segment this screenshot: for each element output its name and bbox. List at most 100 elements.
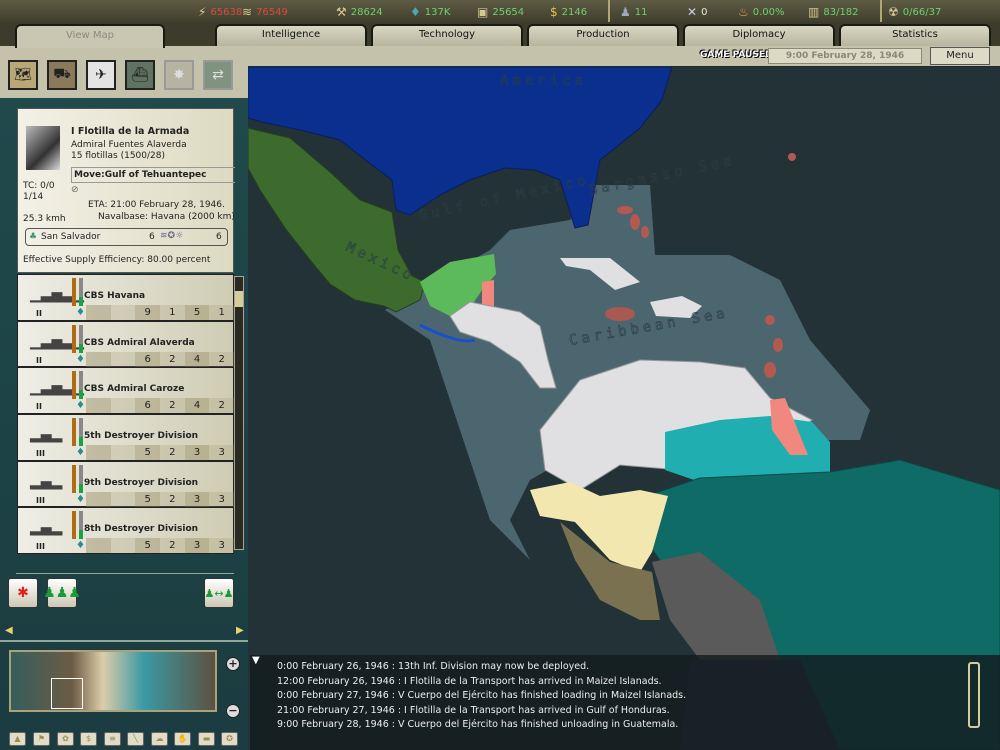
divider — [880, 0, 882, 24]
ship-stats: 6242 — [86, 351, 235, 367]
supply-filter-icon[interactable]: ▬ — [198, 732, 215, 746]
money-filter-icon[interactable]: $ — [80, 732, 97, 746]
weather-filter-icon[interactable]: ☁ — [151, 732, 168, 746]
log-scrollbar[interactable] — [968, 662, 980, 728]
divider — [16, 573, 234, 574]
rare-materials-resource: ⚒ 28624 — [336, 5, 383, 19]
units-icon: ⇄ — [212, 67, 224, 83]
unit-speed: 25.3 kmh — [23, 214, 66, 224]
manpower-resource: ♟ 11 — [620, 5, 648, 19]
rare-materials-icon: ⚒ — [336, 5, 347, 19]
land-units-mode-button[interactable]: ⛟ — [47, 60, 77, 90]
unit-order: Move:Gulf of Tehuantepec — [74, 170, 207, 180]
strength-bar — [79, 418, 83, 447]
ship-list-scrollbar[interactable] — [234, 276, 244, 550]
scrollbar-thumb[interactable] — [235, 291, 243, 307]
terrain-map-mode-button[interactable]: 🗺 — [8, 60, 38, 90]
commander-name[interactable]: Admiral Fuentes Alaverda — [71, 140, 187, 150]
ship-row[interactable]: ▂▄▂ III 9th Destroyer Division ♦ 5 2 3 3 — [17, 460, 235, 508]
organisation-bar — [72, 418, 76, 447]
nuclear-resource: ☢ 0/66/37 — [888, 5, 942, 19]
supplies-icon: ▣ — [477, 5, 489, 19]
agriculture-filter-icon[interactable]: ✿ — [57, 732, 74, 746]
zoom-in-button[interactable]: + — [226, 657, 240, 671]
location-name: San Salvador — [41, 232, 101, 242]
tab-view-map[interactable]: View Map — [15, 24, 165, 48]
jamaica[interactable] — [605, 307, 635, 321]
organisation-bar — [72, 511, 76, 540]
tab-technology[interactable]: Technology — [371, 24, 523, 46]
no-entry-icon: ⊘ — [71, 185, 79, 195]
money-resource: $2146 — [550, 5, 588, 19]
menu-button[interactable]: Menu — [930, 47, 990, 65]
energy-icon: ⚡ — [198, 5, 207, 19]
fuel-icon: ♦ — [76, 307, 85, 318]
resources-filter-icon[interactable]: ≡ — [104, 732, 121, 746]
tab-statistics[interactable]: Statistics — [839, 24, 991, 46]
ship-row[interactable]: ▁▃▅▃▁ II CBS Admiral Alaverda ♦ 6 2 4 2 — [17, 320, 235, 368]
log-entry: 0:00 February 26, 1946 : 13th Inf. Divis… — [277, 661, 590, 672]
oil-resource: ♦ 137K — [410, 5, 451, 19]
oil-icon: ♦ — [410, 5, 421, 19]
soldiers-icon: ♟♟♟ — [43, 585, 81, 601]
zoom-out-button[interactable]: − — [226, 704, 240, 718]
tab-diplomacy[interactable]: Diplomacy — [683, 24, 835, 46]
log-entry: 0:00 February 27, 1946 : V Cuerpo del Ej… — [277, 690, 687, 701]
terrain-filter-icon[interactable]: ▲ — [9, 732, 26, 746]
diplomacy-filter-icon[interactable]: ✋ — [174, 732, 191, 746]
air-units-mode-button[interactable]: ✈ — [86, 60, 116, 90]
unit-strength: 15 flotillas (1500/28) — [71, 151, 165, 161]
province-icon: ♣ — [29, 232, 38, 242]
unit-interface-button[interactable]: ⇄ — [203, 60, 233, 90]
unit-ratio: 1/14 — [23, 192, 44, 202]
unit-info-card: I Flotilla de la Armada Admiral Fuentes … — [17, 108, 235, 273]
tab-production[interactable]: Production — [527, 24, 679, 46]
transport-capacity: TC: 0/0 — [23, 181, 55, 191]
collapse-log-icon[interactable]: ▼ — [252, 655, 260, 666]
ship-stats: 6242 — [86, 398, 235, 414]
fuel-icon: ♦ — [76, 400, 85, 412]
tab-intelligence[interactable]: Intelligence — [215, 24, 367, 46]
merge-unit-button[interactable]: ♟↔♟ — [204, 578, 234, 608]
disband-button[interactable]: ✱ — [8, 578, 38, 608]
log-entry: 12:00 February 26, 1946 : I Flotilla de … — [277, 676, 662, 687]
ship-row[interactable]: ▂▄▂ III 8th Destroyer Division ♦ 5 2 3 3 — [17, 507, 235, 555]
metal-icon: ≋ — [242, 5, 253, 19]
scroll-right-arrow[interactable]: ▶ — [236, 625, 244, 636]
fuel-icon: ♦ — [76, 540, 85, 552]
ship-row[interactable]: ▁▃▅▃▁ II CBS Havana ♦ 9 1 5 1 — [17, 274, 235, 321]
ship-row[interactable]: ▂▄▂ III 5th Destroyer Division ♦ 5 2 3 3 — [17, 414, 235, 461]
location-box[interactable]: ♣ San Salvador 6 ≋✪☼ 6 — [25, 228, 228, 246]
unit-name: I Flotilla de la Armada — [71, 126, 190, 137]
destroyer-icon: ▂▄▂ — [30, 427, 63, 444]
strength-bar — [79, 278, 83, 306]
transfer-icon: ♟↔♟ — [204, 586, 234, 600]
infrastructure-filter-icon[interactable]: ╲ — [127, 732, 144, 746]
combat-mode-button[interactable]: ✸ — [164, 60, 194, 90]
log-entry: 9:00 February 28, 1946 : V Cuerpo del Ej… — [277, 719, 679, 730]
ic-resource: ▥ 83/182 — [808, 5, 859, 19]
political-filter-icon[interactable]: ⚑ — [33, 732, 50, 746]
minimap-viewport[interactable] — [51, 678, 83, 709]
map-label-usa: America — [500, 73, 587, 89]
ship-stats: 5233 — [86, 538, 235, 554]
plane-icon: ✈ — [95, 67, 107, 83]
ship-stats: 5233 — [86, 445, 235, 461]
red-star-icon: ✱ — [17, 585, 29, 601]
destroyer-icon: ▂▄▂ — [30, 520, 63, 537]
log-entry: 21:00 February 27, 1946 : I Flotilla de … — [277, 705, 670, 716]
organisation-bar — [72, 324, 76, 353]
split-unit-button[interactable]: ♟♟♟ — [43, 578, 81, 608]
naval-units-mode-button[interactable]: ⛴ — [125, 60, 155, 90]
supply-efficiency: Effective Supply Efficiency: 80.00 perce… — [23, 255, 211, 265]
energy-resource: ⚡ 65638 — [198, 5, 243, 19]
ship-stats: 9151 — [86, 305, 235, 320]
victory-filter-icon[interactable]: ✪ — [221, 732, 238, 746]
scroll-left-arrow[interactable]: ◀ — [5, 625, 13, 636]
organisation-bar — [72, 464, 76, 493]
fuel-icon: ♦ — [76, 447, 85, 459]
location-value-left: 6 — [149, 232, 155, 242]
minimap[interactable] — [9, 650, 217, 712]
ship-row[interactable]: ▁▃▅▃▁ II CBS Admiral Caroze ♦ 6 2 4 2 — [17, 367, 235, 415]
world-map[interactable]: America Gulf of Mexico Mexico Caribbean … — [248, 67, 1000, 750]
